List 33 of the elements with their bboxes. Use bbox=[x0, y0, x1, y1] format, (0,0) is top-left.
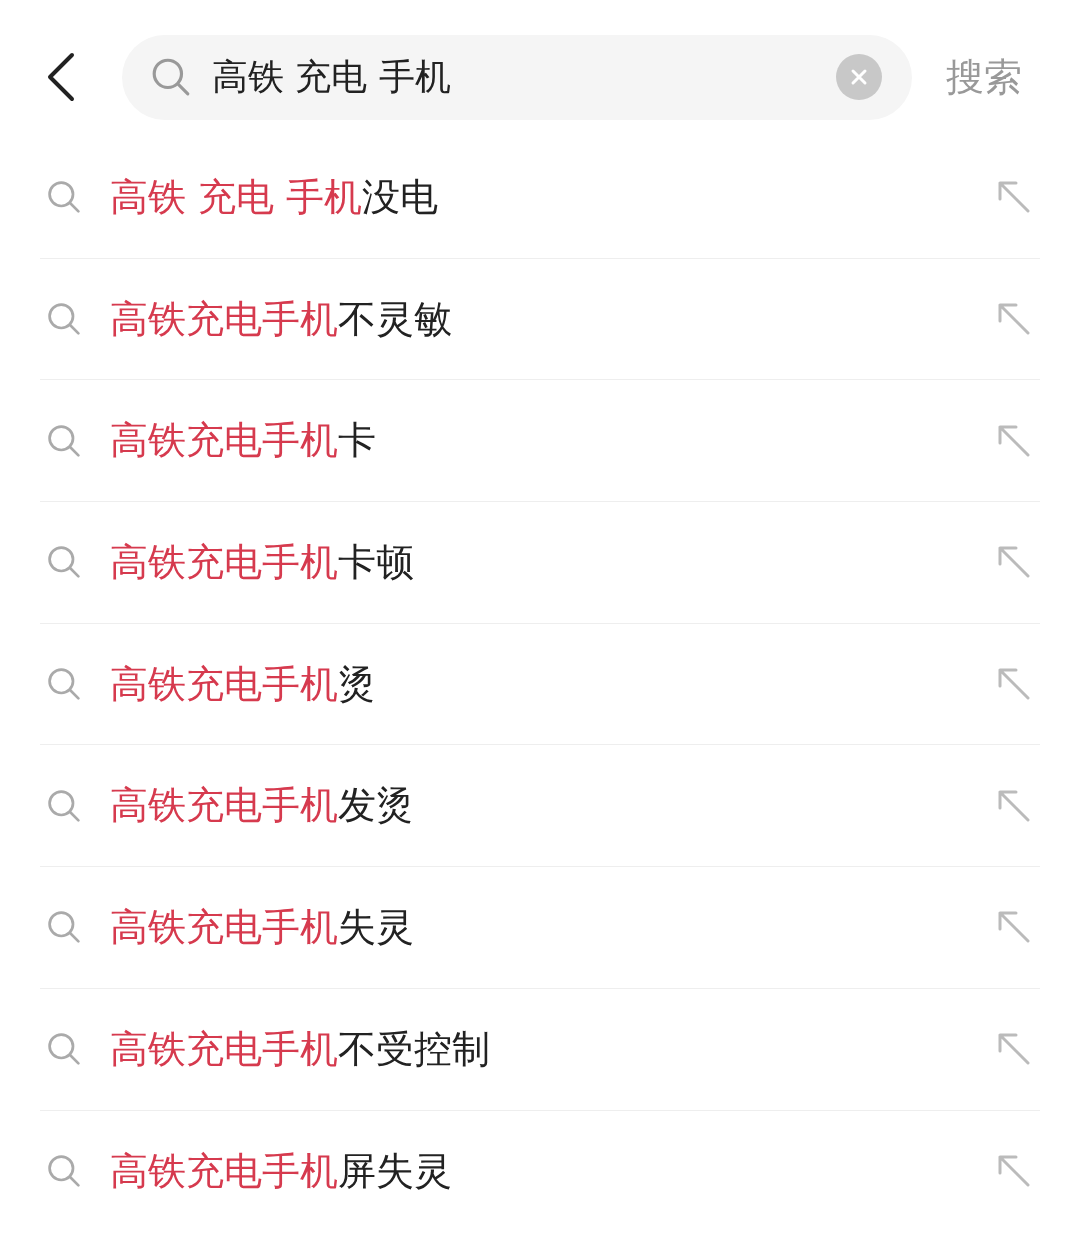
suggestion-text: 高铁充电手机屏失灵 bbox=[110, 1147, 453, 1195]
search-icon bbox=[46, 666, 82, 703]
clear-button[interactable] bbox=[836, 54, 882, 100]
back-chevron-icon bbox=[46, 52, 76, 102]
close-icon bbox=[850, 68, 868, 86]
search-icon bbox=[150, 56, 192, 98]
search-field[interactable]: 高铁 充电 手机 bbox=[122, 34, 912, 120]
search-query: 高铁 充电 手机 bbox=[212, 55, 452, 99]
search-icon bbox=[46, 1031, 82, 1068]
suggestion-item[interactable]: 高铁充电手机不受控制 bbox=[40, 988, 1040, 1111]
suggestion-text: 高铁充电手机失灵 bbox=[110, 903, 415, 951]
suggestion-text: 高铁充电手机不受控制 bbox=[110, 1025, 491, 1073]
search-icon bbox=[46, 787, 82, 824]
search-icon bbox=[46, 301, 82, 338]
suggestion-text: 高铁充电手机不灵敏 bbox=[110, 295, 453, 343]
suggestion-item[interactable]: 高铁充电手机卡 bbox=[40, 380, 1040, 503]
suggestion-item[interactable]: 高铁 充电 手机没电 bbox=[40, 137, 1040, 259]
search-icon bbox=[46, 422, 82, 459]
suggestion-item[interactable]: 高铁充电手机卡顿 bbox=[40, 502, 1040, 624]
suggestion-text: 高铁 充电 手机没电 bbox=[110, 173, 440, 221]
suggestion-item[interactable]: 高铁充电手机发烫 bbox=[40, 745, 1040, 868]
suggestion-text: 高铁充电手机卡顿 bbox=[110, 538, 415, 586]
suggestion-text: 高铁充电手机烫 bbox=[110, 660, 377, 708]
suggestion-item[interactable]: 高铁充电手机屏失灵 bbox=[40, 1110, 1040, 1233]
search-icon bbox=[46, 1153, 82, 1190]
search-icon bbox=[46, 179, 82, 216]
suggestion-item[interactable]: 高铁充电手机不灵敏 bbox=[40, 258, 1040, 381]
search-icon bbox=[46, 909, 82, 946]
suggestion-item[interactable]: 高铁充电手机烫 bbox=[40, 623, 1040, 746]
suggestion-text: 高铁充电手机卡 bbox=[110, 417, 377, 465]
search-icon bbox=[46, 544, 82, 581]
suggestion-item[interactable]: 高铁充电手机失灵 bbox=[40, 867, 1040, 989]
suggestion-text: 高铁充电手机发烫 bbox=[110, 782, 415, 830]
